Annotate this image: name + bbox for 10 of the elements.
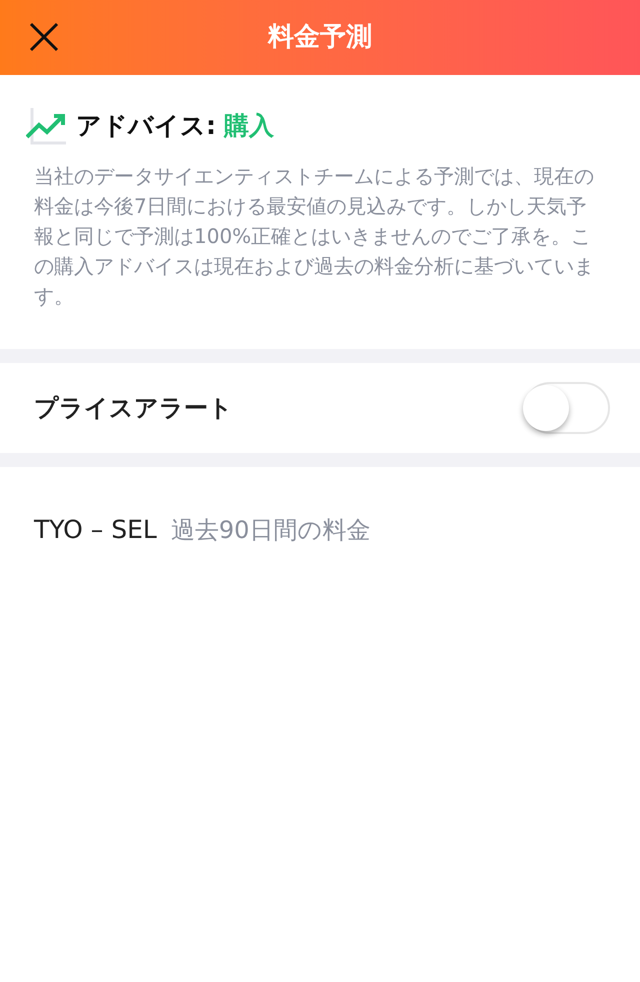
header-title: 料金予測 (268, 21, 372, 54)
trend-chart-icon (26, 105, 68, 147)
price-alert-toggle[interactable] (524, 382, 610, 434)
history-caption: 過去90日間の料金 (170, 515, 370, 546)
close-icon[interactable] (28, 21, 60, 53)
advice-label: アドバイス: (76, 110, 216, 142)
advice-description: 当社のデータサイエンティストチームによる予測では、現在の料金は今後7日間における最安値の見込みです。しかし天気予報と同じで予測は100%正確とはいきませんのでご了承を。この購入アドバイスは現在および過去の料金分析に基づいています。 (34, 163, 595, 310)
advice-value: 購入 (224, 110, 274, 142)
route-label: TYO – SEL (34, 514, 157, 546)
price-alert-label: プライスアラート (34, 393, 233, 424)
